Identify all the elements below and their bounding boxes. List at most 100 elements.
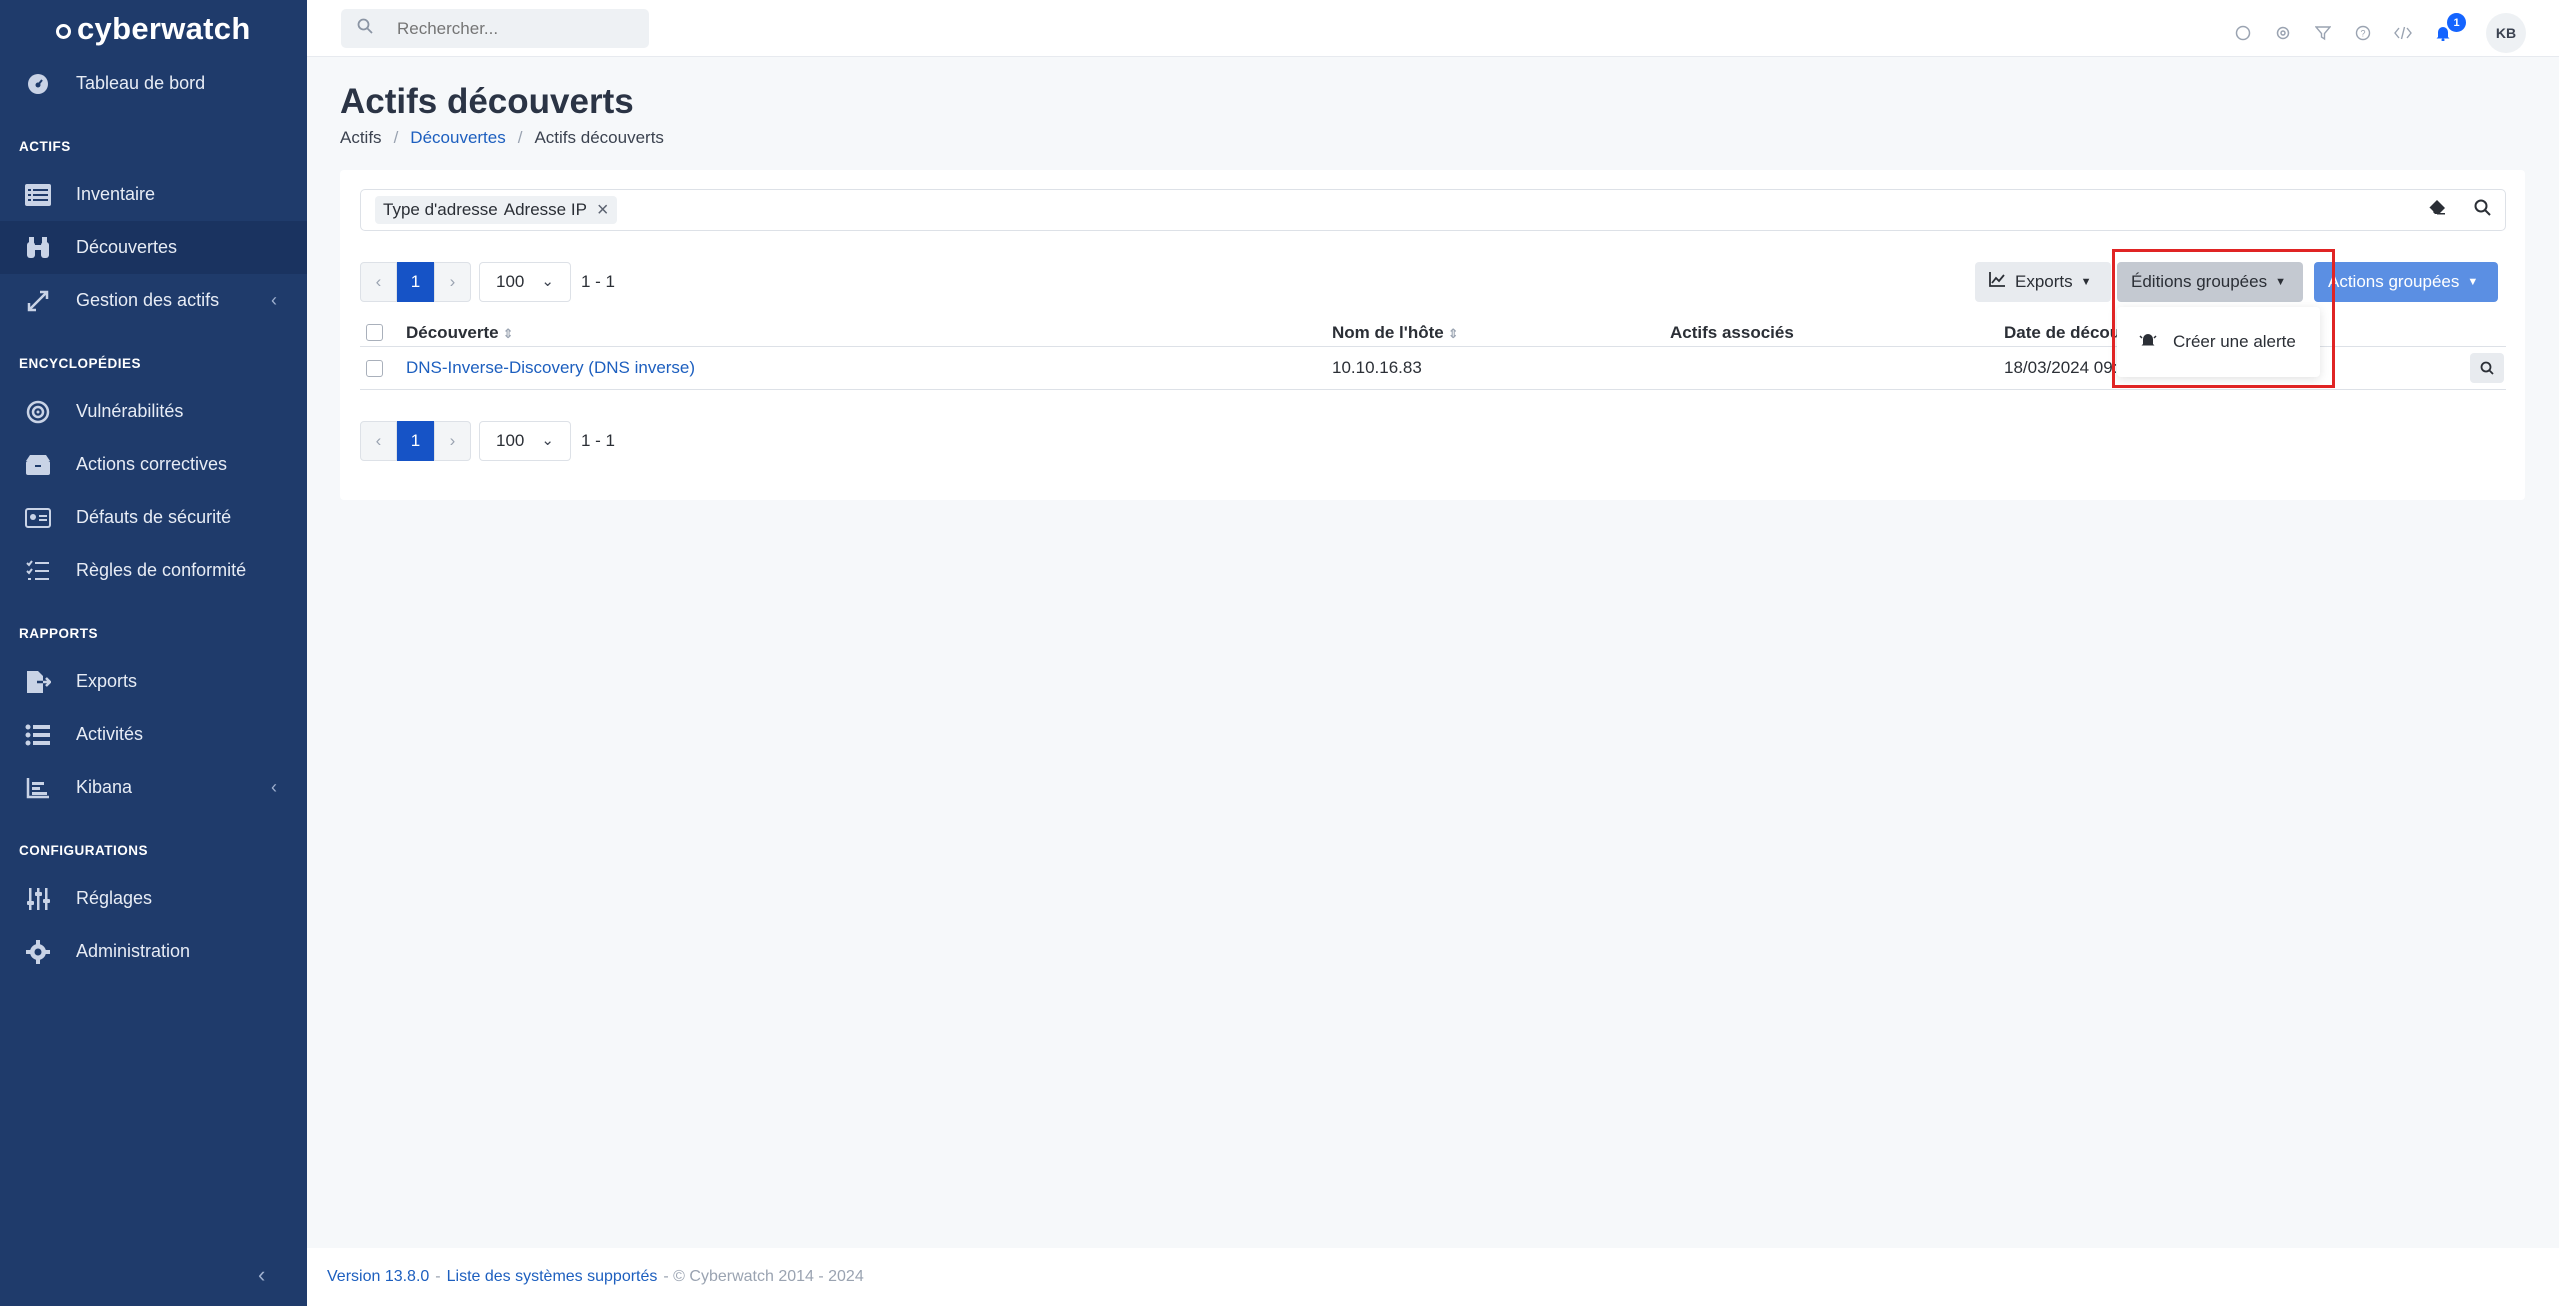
filter-actions <box>2428 199 2491 221</box>
brand-logo[interactable]: cyberwatch <box>0 0 307 57</box>
sidebar-item-vulnerabilities[interactable]: Vulnérabilités <box>0 385 307 438</box>
exports-button[interactable]: Exports ▼ <box>1975 262 2111 302</box>
notification-badge: 1 <box>2447 13 2466 32</box>
collapse-sidebar-icon[interactable]: ‹ <box>258 1262 265 1288</box>
row-checkbox[interactable] <box>366 359 383 377</box>
sidebar: cyberwatch Tableau de bord ACTIFS Invent… <box>0 0 307 1306</box>
brand-name: cyberwatch <box>77 10 251 46</box>
sidebar-item-asset-management[interactable]: Gestion des actifs ‹ <box>0 274 307 327</box>
svg-text:?: ? <box>2360 29 2365 39</box>
filter-icon[interactable] <box>2312 22 2334 44</box>
bulk-edit-label: Éditions groupées <box>2131 272 2268 291</box>
prev-page-button[interactable]: ‹ <box>360 421 397 461</box>
breadcrumb-item-actifs[interactable]: Actifs <box>340 128 382 148</box>
file-export-icon <box>24 668 52 696</box>
caret-down-icon: ▼ <box>2275 276 2286 288</box>
bulk-actions-label: Actions groupées <box>2328 272 2460 291</box>
breadcrumb: Actifs / Découvertes / Actifs découverts <box>340 128 664 148</box>
date-cell: 18/03/2024 09:5 <box>2004 358 2127 377</box>
bulk-edit-button[interactable]: Éditions groupées ▼ <box>2117 262 2303 302</box>
discovery-link[interactable]: DNS-Inverse-Discovery (DNS inverse) <box>406 358 695 378</box>
sidebar-item-security-flaws[interactable]: Défauts de sécurité <box>0 491 307 544</box>
breadcrumb-separator: / <box>517 128 523 147</box>
column-header-discovery[interactable]: Découverte ⇕ <box>406 323 514 343</box>
search-icon[interactable] <box>2474 199 2491 221</box>
notification-bell-icon[interactable]: 1 <box>2432 13 2466 44</box>
section-title-configurations: CONFIGURATIONS <box>19 843 148 858</box>
breadcrumb-separator: / <box>393 128 399 147</box>
per-page-value: 100 <box>496 272 525 291</box>
section-title-rapports: RAPPORTS <box>19 626 99 641</box>
supported-systems-link[interactable]: Liste des systèmes supportés <box>447 1268 658 1286</box>
chevron-left-icon: ‹ <box>271 290 277 310</box>
global-search[interactable] <box>341 9 649 48</box>
create-alert-item[interactable]: Créer une alerte <box>2139 332 2296 353</box>
sidebar-item-kibana[interactable]: Kibana ‹ <box>0 761 307 814</box>
sidebar-item-label: Actions correctives <box>76 454 228 474</box>
breadcrumb-item-decouvertes[interactable]: Découvertes <box>410 128 505 148</box>
row-search-button[interactable] <box>2470 353 2504 383</box>
topbar: ? 1 KB <box>307 0 2559 57</box>
list-icon <box>24 181 52 209</box>
filter-chip-value: Adresse IP <box>503 200 587 219</box>
section-title-actifs: ACTIFS <box>19 139 71 154</box>
result-range: 1 - 1 <box>581 431 616 450</box>
sidebar-item-compliance[interactable]: Règles de conformité <box>0 544 307 597</box>
sidebar-item-label: Défauts de sécurité <box>76 507 232 527</box>
current-page-button[interactable]: 1 <box>397 421 434 461</box>
sidebar-item-label: Découvertes <box>76 237 178 257</box>
column-header-date[interactable]: Date de décou <box>2004 323 2120 343</box>
bar-chart-icon <box>24 774 52 802</box>
pagination-top: ‹ 1 › 100 ⌄ 1 - 1 <box>360 262 615 302</box>
sidebar-item-discoveries[interactable]: Découvertes <box>0 221 307 274</box>
result-range: 1 - 1 <box>581 272 616 291</box>
sidebar-item-settings[interactable]: Réglages <box>0 872 307 925</box>
sidebar-item-inventory[interactable]: Inventaire <box>0 168 307 221</box>
select-all-checkbox[interactable] <box>366 324 383 341</box>
version-link[interactable]: Version 13.8.0 <box>327 1268 429 1286</box>
sidebar-item-label: Kibana <box>76 777 133 797</box>
sidebar-item-remediation[interactable]: Actions correctives <box>0 438 307 491</box>
filter-bar[interactable]: Type d'adresse Adresse IP × <box>360 189 2506 231</box>
sidebar-item-dashboard[interactable]: Tableau de bord <box>0 57 307 110</box>
current-page-button[interactable]: 1 <box>397 262 434 302</box>
binoculars-icon <box>24 234 52 262</box>
filter-chip[interactable]: Type d'adresse Adresse IP × <box>375 196 617 224</box>
sidebar-item-activities[interactable]: Activités <box>0 708 307 761</box>
footer-separator: - <box>435 1268 441 1285</box>
section-title-encyclopedies: ENCYCLOPÉDIES <box>19 356 142 371</box>
circle-status-icon[interactable] <box>2232 22 2254 44</box>
per-page-select[interactable]: 100 ⌄ <box>479 421 571 461</box>
sort-icon: ⇕ <box>1447 325 1459 341</box>
chart-icon <box>1989 272 2005 292</box>
next-page-button[interactable]: › <box>434 421 471 461</box>
chevron-down-icon: ⌄ <box>541 432 554 449</box>
create-alert-label: Créer une alerte <box>2173 332 2296 351</box>
help-icon[interactable]: ? <box>2352 22 2374 44</box>
search-input[interactable] <box>397 18 627 39</box>
sidebar-item-label: Inventaire <box>76 184 156 204</box>
chevron-left-icon: ‹ <box>271 777 277 797</box>
exports-label: Exports <box>2015 272 2073 291</box>
hostname-cell: 10.10.16.83 <box>1332 358 1422 377</box>
page-title: Actifs découverts <box>340 82 634 121</box>
user-avatar[interactable]: KB <box>2486 13 2526 53</box>
caret-down-icon: ▼ <box>2467 276 2479 288</box>
per-page-select[interactable]: 100 ⌄ <box>479 262 571 302</box>
sidebar-item-label: Règles de conformité <box>76 560 247 580</box>
column-header-hostname[interactable]: Nom de l'hôte ⇕ <box>1332 323 1459 343</box>
sidebar-item-exports[interactable]: Exports <box>0 655 307 708</box>
cog-icon[interactable] <box>2272 22 2294 44</box>
bulk-actions-button[interactable]: Actions groupées ▼ <box>2314 262 2498 302</box>
sliders-icon <box>24 885 52 913</box>
sidebar-item-administration[interactable]: Administration <box>0 925 307 978</box>
alarm-bell-icon <box>2139 332 2157 353</box>
next-page-button[interactable]: › <box>434 262 471 302</box>
remove-filter-icon[interactable]: × <box>597 199 609 222</box>
eraser-icon[interactable] <box>2428 199 2446 221</box>
sidebar-item-label: Vulnérabilités <box>76 401 184 421</box>
code-icon[interactable] <box>2392 22 2414 44</box>
footer: Version 13.8.0 - Liste des systèmes supp… <box>307 1248 2559 1306</box>
search-icon <box>357 18 373 39</box>
prev-page-button[interactable]: ‹ <box>360 262 397 302</box>
